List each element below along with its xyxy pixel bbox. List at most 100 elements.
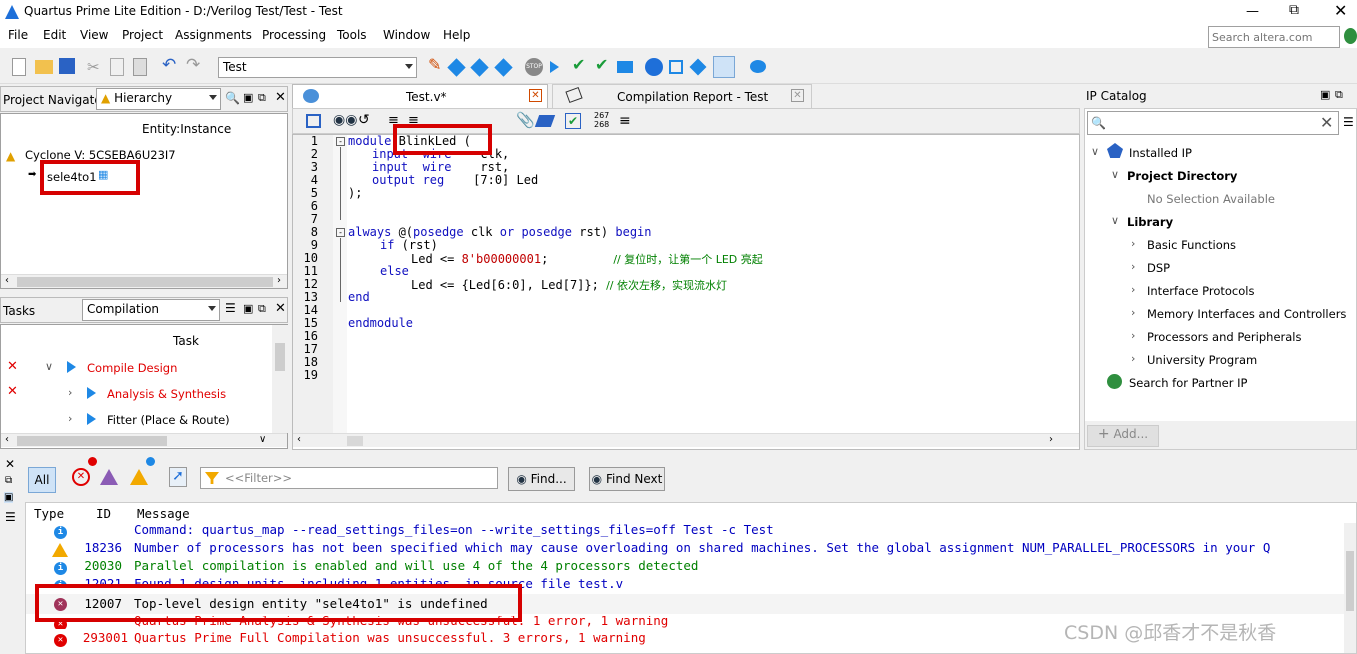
- chevron-down-icon[interactable]: ∨: [45, 360, 53, 373]
- warning-filter-icon[interactable]: [130, 469, 148, 485]
- task-analysis-synthesis[interactable]: Analysis & Synthesis: [107, 387, 226, 401]
- find-replace-icon[interactable]: ↺: [358, 112, 370, 128]
- dock-icon[interactable]: ▣: [4, 492, 14, 503]
- float-icon[interactable]: ⧉: [258, 91, 266, 105]
- tree-dsp[interactable]: DSP: [1147, 261, 1170, 275]
- tree-search-partner-ip[interactable]: Search for Partner IP: [1129, 376, 1247, 390]
- help-chat-icon[interactable]: [750, 60, 766, 73]
- critical-warning-filter-icon[interactable]: [100, 469, 118, 485]
- close-icon[interactable]: ✕: [275, 301, 286, 316]
- search-icon[interactable]: 🔍: [225, 91, 240, 105]
- float-icon[interactable]: ⧉: [5, 475, 12, 486]
- task-compile-design[interactable]: Compile Design: [87, 361, 177, 375]
- rtl-viewer-icon[interactable]: [669, 60, 683, 74]
- close-icon[interactable]: ✕: [1334, 1, 1347, 20]
- tab-compilation-report[interactable]: Compilation Report - Test ✕: [552, 84, 812, 108]
- menu-assignments[interactable]: Assignments: [175, 28, 252, 42]
- assignment-editor-icon[interactable]: [447, 58, 466, 77]
- new-file-icon[interactable]: [12, 58, 26, 76]
- task-fitter[interactable]: Fitter (Place & Route): [107, 413, 230, 427]
- dock-icon[interactable]: ▣: [1320, 88, 1330, 101]
- undo-icon[interactable]: ↶: [162, 55, 180, 75]
- chevron-right-icon[interactable]: ›: [1131, 329, 1135, 342]
- analysis-icon[interactable]: ✔: [572, 55, 590, 74]
- project-select[interactable]: Test: [218, 57, 417, 78]
- pin-planner-icon[interactable]: ✎: [428, 55, 446, 74]
- list-icon[interactable]: ☰: [1343, 115, 1354, 129]
- save-icon[interactable]: [59, 58, 75, 74]
- tree-memory-interfaces[interactable]: Memory Interfaces and Controllers: [1147, 307, 1346, 321]
- menu-file[interactable]: File: [8, 28, 28, 42]
- ip-search-field[interactable]: 🔍 ✕: [1087, 111, 1339, 135]
- filter-all-button[interactable]: All: [28, 467, 56, 493]
- chevron-right-icon[interactable]: ›: [68, 386, 72, 399]
- attach-icon[interactable]: 📎: [516, 111, 535, 129]
- restore-icon[interactable]: ⧉: [1289, 2, 1299, 18]
- cut-icon[interactable]: ✂: [87, 58, 105, 76]
- menu-tools[interactable]: Tools: [337, 28, 367, 42]
- menu-edit[interactable]: Edit: [43, 28, 66, 42]
- settings-icon[interactable]: [470, 58, 489, 77]
- tree-interface-protocols[interactable]: Interface Protocols: [1147, 284, 1254, 298]
- float-icon[interactable]: ⧉: [1335, 88, 1343, 102]
- open-folder-icon[interactable]: [35, 60, 53, 74]
- fold-toggle-icon[interactable]: -: [336, 228, 345, 237]
- minimize-icon[interactable]: —: [1246, 4, 1259, 19]
- tasks-vertical-scrollbar[interactable]: [272, 325, 288, 433]
- play-icon[interactable]: [87, 413, 96, 425]
- chevron-right-icon[interactable]: ›: [1131, 352, 1135, 365]
- tree-library[interactable]: Library: [1127, 215, 1173, 229]
- message-row[interactable]: i Command: quartus_map --read_settings_f…: [26, 522, 1346, 540]
- suppressed-filter-icon[interactable]: ➚: [169, 467, 187, 487]
- line-number-icon[interactable]: 267 268: [594, 111, 609, 129]
- float-icon[interactable]: ⧉: [258, 302, 266, 316]
- check-syntax-icon[interactable]: ✔: [565, 113, 581, 129]
- tree-installed-ip[interactable]: Installed IP: [1129, 146, 1192, 160]
- chevron-down-icon[interactable]: ∨: [1111, 214, 1119, 227]
- search-input[interactable]: [1208, 26, 1340, 48]
- chip-planner-icon[interactable]: [645, 58, 663, 76]
- tree-processors[interactable]: Processors and Peripherals: [1147, 330, 1301, 344]
- navigator-horizontal-scrollbar[interactable]: ‹ ›: [1, 274, 287, 288]
- tree-project-directory[interactable]: Project Directory: [1127, 169, 1237, 183]
- add-ip-button[interactable]: + Add...: [1087, 425, 1159, 447]
- compilation-select[interactable]: Compilation: [82, 299, 220, 321]
- find-button[interactable]: ◉ Find...: [508, 467, 575, 491]
- tab-test-v[interactable]: Test.v* ✕: [292, 84, 548, 108]
- binoculars-icon[interactable]: ◉◉: [333, 112, 357, 128]
- tree-university-program[interactable]: University Program: [1147, 353, 1257, 367]
- play-icon[interactable]: [87, 387, 96, 399]
- close-icon[interactable]: ✕: [275, 90, 286, 105]
- menu-processing[interactable]: Processing: [262, 28, 326, 42]
- menu-help[interactable]: Help: [443, 28, 470, 42]
- globe-icon[interactable]: [1344, 28, 1357, 44]
- hierarchy-select[interactable]: ▲ Hierarchy: [96, 88, 221, 110]
- start-compilation-icon[interactable]: [548, 58, 566, 76]
- editor-horizontal-scrollbar[interactable]: ‹ ›: [293, 433, 1079, 447]
- list-icon[interactable]: ☰: [225, 301, 236, 315]
- layout-icon[interactable]: [306, 114, 321, 128]
- chevron-down-icon[interactable]: ∨: [1111, 168, 1119, 181]
- stop-icon[interactable]: STOP: [525, 58, 543, 76]
- comment-lines-icon[interactable]: ≡: [619, 113, 631, 129]
- message-row[interactable]: i 20030 Parallel compilation is enabled …: [26, 558, 1346, 576]
- message-row[interactable]: 18236 Number of processors has not been …: [26, 540, 1346, 558]
- dock-icon[interactable]: ▣: [243, 91, 253, 104]
- list-icon[interactable]: ☰: [5, 510, 16, 524]
- insert-template-icon[interactable]: [534, 115, 556, 127]
- chevron-right-icon[interactable]: ›: [1131, 260, 1135, 273]
- error-filter-icon[interactable]: ✕: [72, 468, 90, 486]
- close-icon[interactable]: ✕: [529, 89, 542, 102]
- menu-view[interactable]: View: [80, 28, 108, 42]
- paste-icon[interactable]: [133, 58, 147, 76]
- chevron-right-icon[interactable]: ›: [1131, 237, 1135, 250]
- timing-icon[interactable]: [617, 61, 633, 73]
- dock-icon[interactable]: ▣: [243, 302, 253, 315]
- ip-catalog-icon[interactable]: [713, 56, 735, 78]
- copy-icon[interactable]: [110, 58, 124, 76]
- chevron-right-icon[interactable]: ›: [1131, 306, 1135, 319]
- fitter-icon[interactable]: ✔: [595, 55, 613, 74]
- clear-icon[interactable]: ✕: [1320, 113, 1333, 132]
- message-filter-input[interactable]: <<Filter>>: [200, 467, 498, 489]
- messages-vertical-scrollbar[interactable]: [1344, 523, 1356, 653]
